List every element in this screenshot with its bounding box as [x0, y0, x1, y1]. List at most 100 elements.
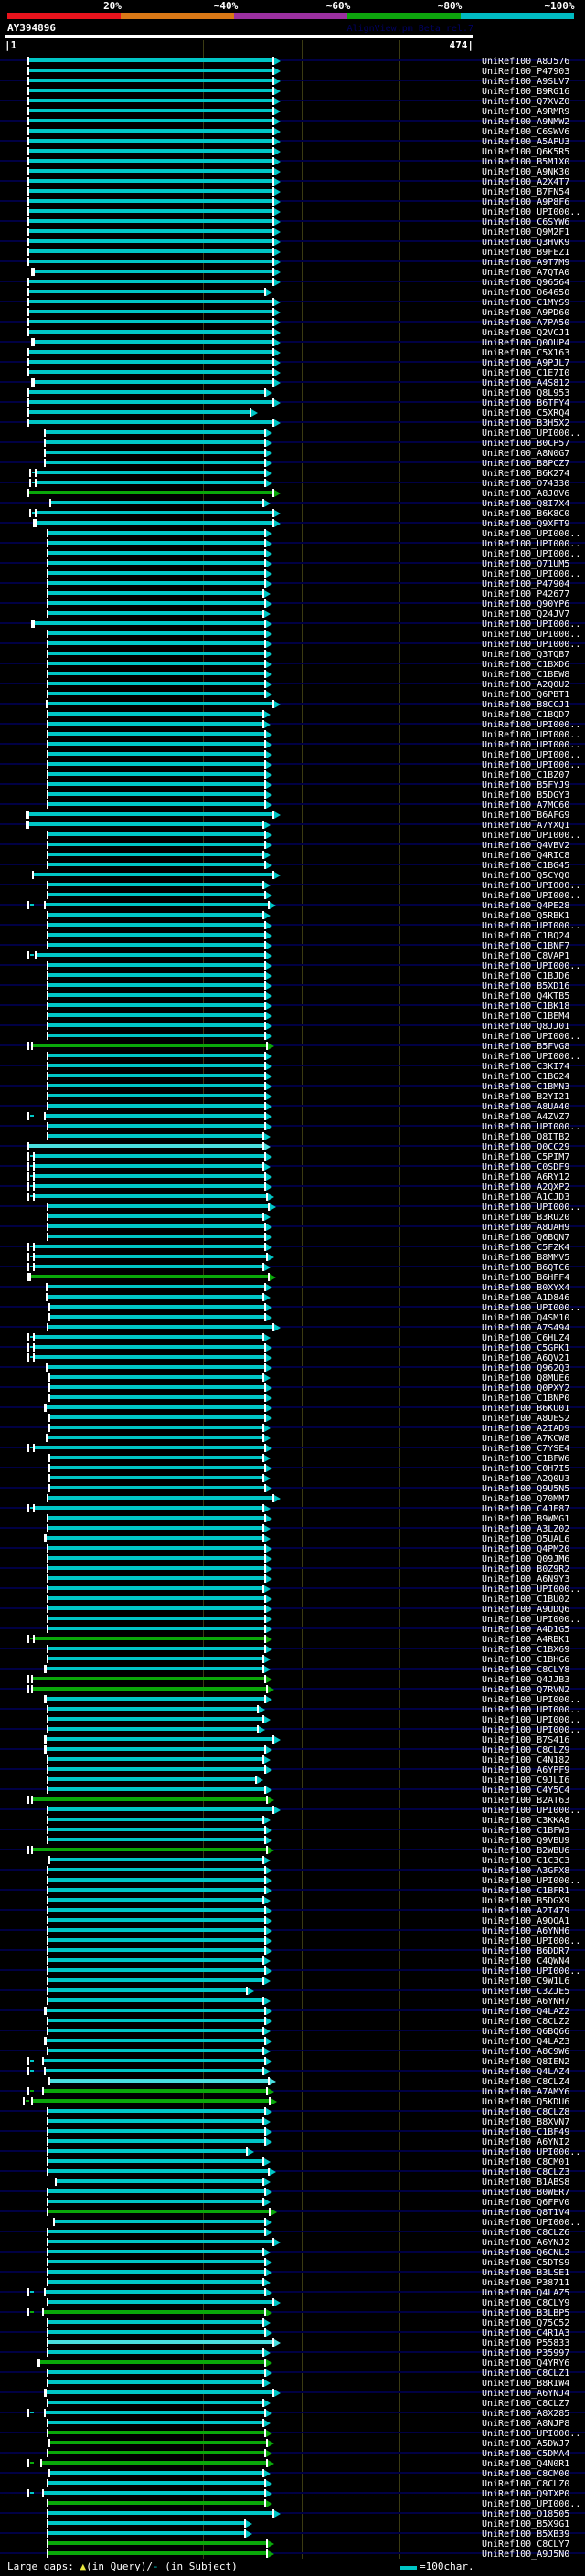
hit-row: UniRef100_A2Q0U2	[0, 679, 585, 690]
hsp-bar	[48, 2270, 266, 2274]
arrowhead-right-icon	[270, 1274, 276, 1281]
hit-row: UniRef100_C1BF49	[0, 2126, 585, 2137]
hit-row: UniRef100_UPI000..	[0, 830, 585, 841]
arrowhead-right-icon	[266, 1023, 272, 1030]
hsp-bar	[48, 1436, 264, 1439]
alignment-start-tick	[27, 1846, 29, 1854]
arrowhead-right-icon	[270, 2168, 276, 2176]
hit-row: UniRef100_A9NK30	[0, 166, 585, 177]
hsp-bar	[48, 1828, 266, 1831]
arrowhead-right-icon	[266, 982, 272, 990]
arrowhead-right-icon	[274, 811, 281, 819]
arrowhead-right-icon	[266, 1053, 272, 1060]
hit-row: UniRef100_A8X285	[0, 2408, 585, 2419]
hit-row: UniRef100_C9JLI6	[0, 1775, 585, 1786]
hsp-bar	[48, 652, 266, 655]
hit-row: UniRef100_C8CLY8	[0, 1664, 585, 1675]
subject-gap-dash	[30, 2060, 34, 2062]
hit-row: UniRef100_UPI000..	[0, 528, 585, 539]
arrowhead-right-icon	[274, 148, 281, 155]
hit-row: UniRef100_B5XD16	[0, 981, 585, 991]
hit-row: UniRef100_UPI000..	[0, 759, 585, 770]
arrowhead-right-icon	[266, 1515, 272, 1522]
hit-row: UniRef100_Q4JJB3	[0, 1674, 585, 1685]
hit-row: UniRef100_UPI000..	[0, 629, 585, 640]
hsp-bar	[48, 782, 266, 786]
arrowhead-right-icon	[246, 2530, 252, 2538]
hsp-bar	[33, 1044, 268, 1047]
hsp-bar	[48, 742, 266, 746]
hit-row: UniRef100_Q8IEN2	[0, 2056, 585, 2067]
arrowhead-right-icon	[266, 2430, 272, 2437]
hsp-bar	[29, 109, 274, 112]
arrowhead-right-icon	[268, 2088, 274, 2095]
hit-row: UniRef100_B9WMG1	[0, 1513, 585, 1524]
hit-row: UniRef100_B0XYX4	[0, 1282, 585, 1293]
arrowhead-right-icon	[264, 1475, 271, 1482]
arrowhead-right-icon	[274, 319, 281, 326]
arrowhead-right-icon	[264, 1656, 271, 1663]
alignment-start-tick	[27, 1504, 29, 1512]
arrowhead-right-icon	[266, 1545, 272, 1553]
arrowhead-right-icon	[274, 510, 281, 517]
hsp-bar	[48, 571, 266, 575]
alignment-start-tick	[27, 2409, 29, 2417]
hsp-bar	[29, 169, 274, 173]
arrowhead-right-icon	[264, 1957, 271, 1965]
hsp-bar	[48, 853, 264, 856]
arrowhead-right-icon	[266, 1676, 272, 1683]
hit-row: UniRef100_Q8JJ01	[0, 1021, 585, 1032]
arrowhead-right-icon	[266, 1103, 272, 1110]
arrowhead-right-icon	[266, 2018, 272, 2025]
hsp-bar	[48, 2019, 266, 2022]
arrowhead-right-icon	[274, 279, 281, 286]
arrowhead-right-icon	[266, 1405, 272, 1412]
hit-row: UniRef100_Q90YP6	[0, 599, 585, 610]
hit-row: UniRef100_B2AT63	[0, 1795, 585, 1806]
arrowhead-right-icon	[274, 1495, 281, 1502]
arrowhead-right-icon	[266, 440, 272, 447]
arrowhead-right-icon	[266, 1937, 272, 1945]
arrowhead-right-icon	[266, 761, 272, 769]
hsp-bar	[48, 541, 266, 545]
hsp-bar	[48, 1596, 266, 1600]
hsp-bar	[47, 1747, 266, 1751]
hit-row: UniRef100_Q5UAL6	[0, 1533, 585, 1544]
arrowhead-right-icon	[266, 671, 272, 678]
arrowhead-right-icon	[266, 1555, 272, 1563]
hit-row: UniRef100_Q9U5N5	[0, 1483, 585, 1494]
hsp-bar	[48, 2149, 248, 2153]
scale-tick-label: ~100%	[544, 0, 575, 12]
arrowhead-right-icon	[266, 1927, 272, 1935]
hit-row: UniRef100_Q8T1V4	[0, 2207, 585, 2218]
hsp-bar	[29, 300, 274, 303]
arrowhead-right-icon	[264, 610, 271, 618]
hit-label[interactable]: UniRef100_A9J5N0	[482, 2549, 569, 2560]
hsp-bar	[29, 89, 274, 92]
arrowhead-right-icon	[268, 1254, 274, 1261]
hsp-bar	[46, 2411, 266, 2414]
hit-row: UniRef100_B8PCZ7	[0, 458, 585, 469]
hit-row: UniRef100_UPI000..	[0, 538, 585, 549]
alignment-start-tick	[27, 1162, 29, 1171]
hsp-bar	[57, 2179, 264, 2183]
hsp-bar	[50, 1466, 266, 1469]
hit-row: UniRef100_C4QWN4	[0, 1956, 585, 1966]
query-name: AY394896	[7, 22, 56, 34]
scale-tick-label: ~80%	[437, 0, 463, 12]
arrowhead-right-icon	[266, 1153, 272, 1161]
hsp-bar	[47, 1737, 274, 1741]
arrowhead-right-icon	[264, 1133, 271, 1140]
hsp-bar	[48, 1918, 266, 1922]
hit-row: UniRef100_C3KI74	[0, 1061, 585, 1072]
hit-row: UniRef100_C8CLZ3	[0, 2167, 585, 2178]
arrowhead-right-icon	[264, 1525, 271, 1532]
hit-row: UniRef100_C8CLZ8	[0, 2106, 585, 2117]
hsp-bar	[48, 611, 264, 615]
hsp-bar	[48, 1888, 266, 1892]
hit-row: UniRef100_C5PIM7	[0, 1151, 585, 1162]
hsp-bar	[33, 2099, 271, 2103]
hit-row: UniRef100_C8VAP1	[0, 950, 585, 961]
hit-row: UniRef100_C0SDF9	[0, 1161, 585, 1172]
arrowhead-right-icon	[274, 359, 281, 366]
